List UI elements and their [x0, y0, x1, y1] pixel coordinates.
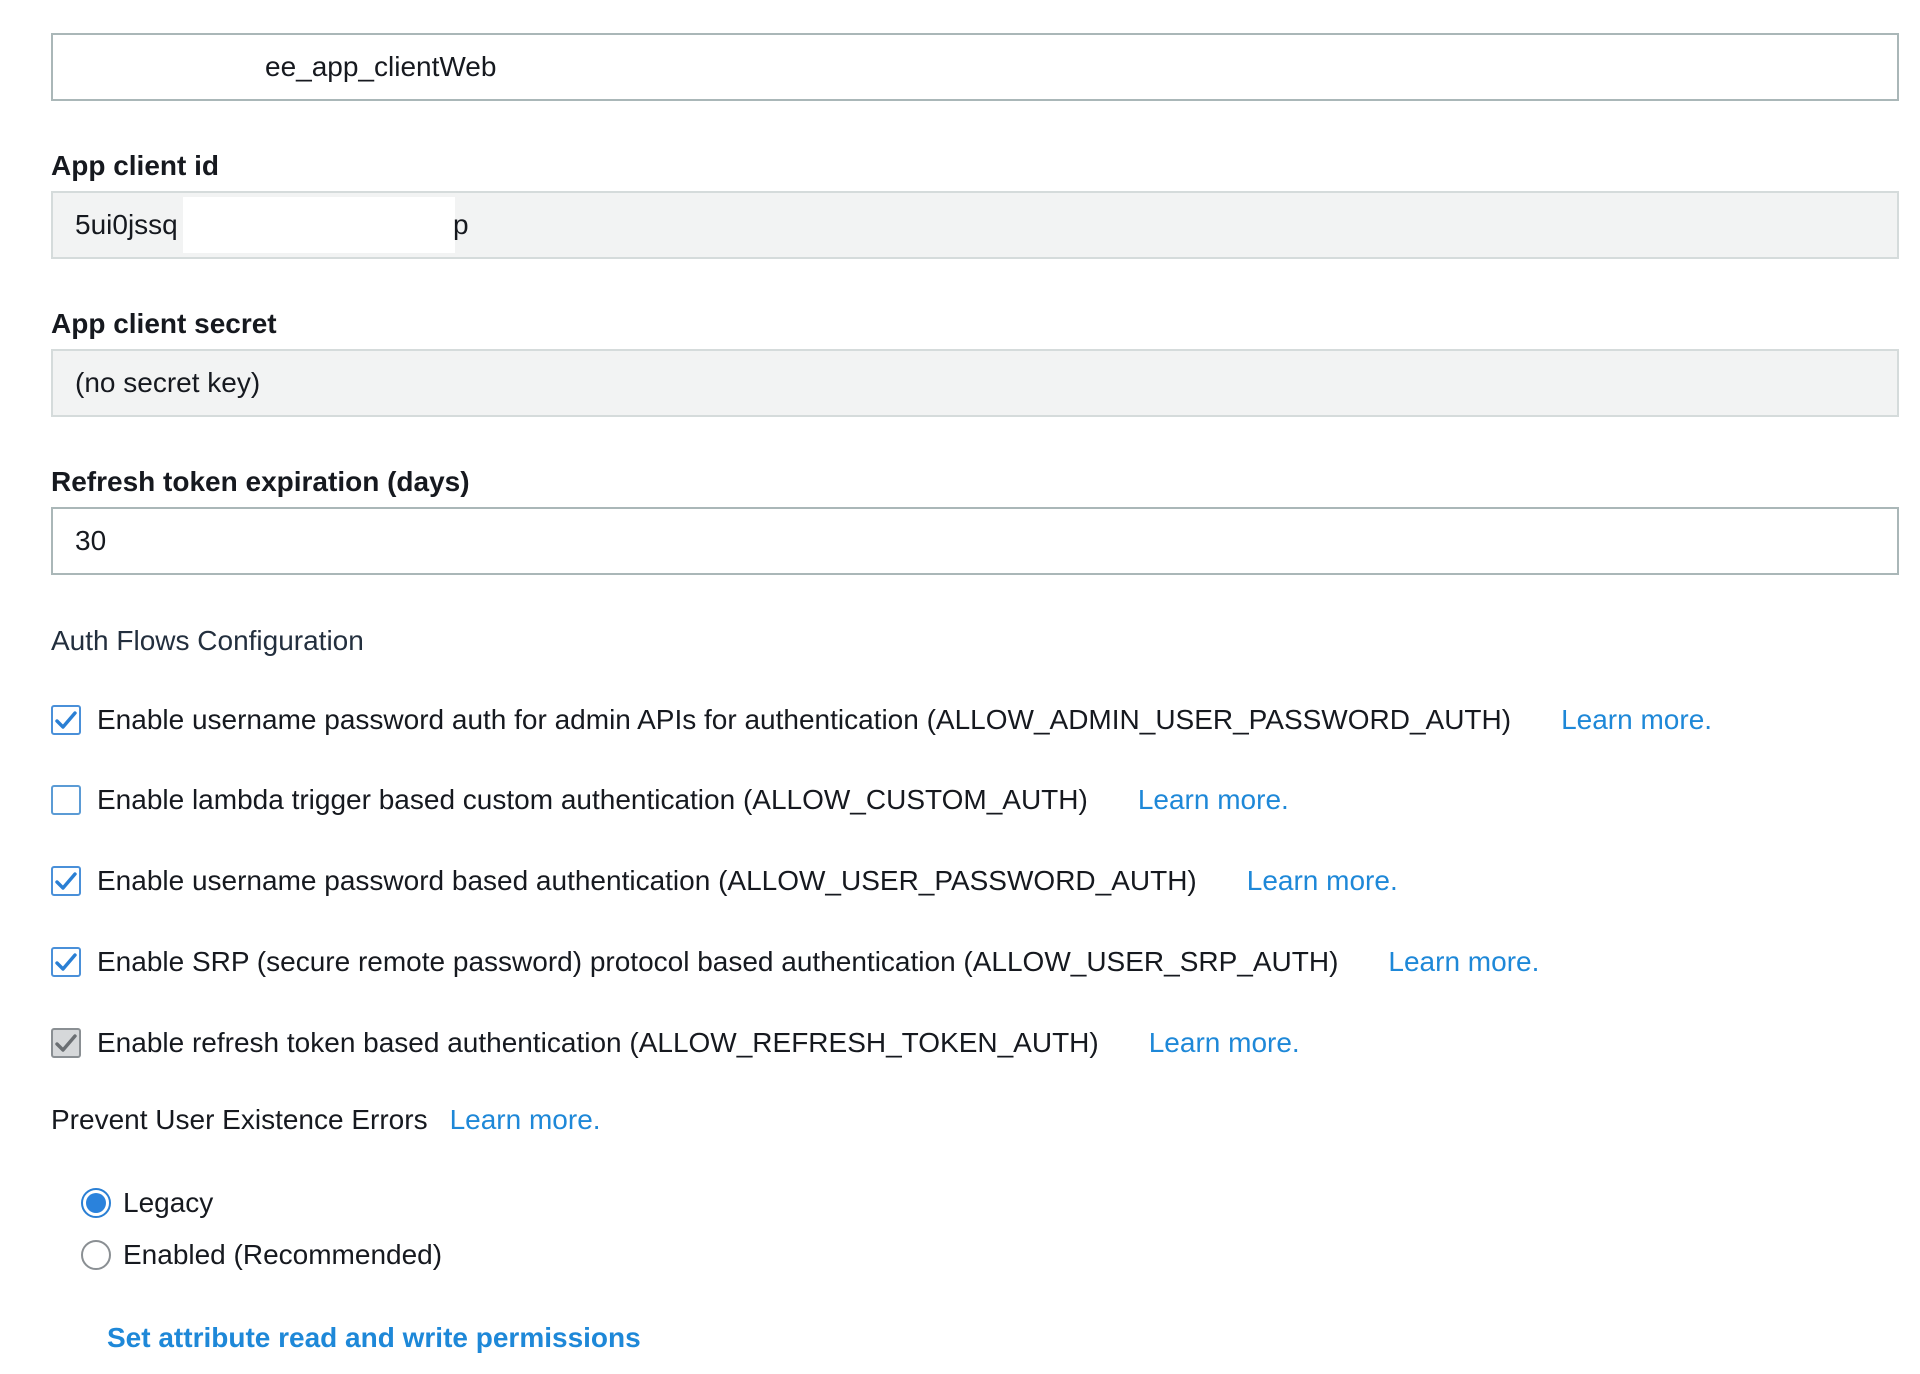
enabled-radio[interactable]: [81, 1240, 111, 1270]
auth-flow-user-password: Enable username password based authentic…: [51, 861, 1398, 901]
radio-label: Enabled (Recommended): [123, 1239, 443, 1270]
auth-flows-title: Auth Flows Configuration: [51, 625, 364, 656]
redaction-block: [183, 197, 455, 253]
auth-flow-admin-user-password: Enable username password auth for admin …: [51, 700, 1712, 740]
learn-more-link[interactable]: Learn more.: [1388, 946, 1539, 978]
learn-more-link[interactable]: Learn more.: [1149, 1027, 1300, 1059]
admin-user-password-checkbox[interactable]: [51, 705, 81, 735]
radio-label: Legacy: [123, 1187, 214, 1218]
refresh-token-checkbox: [51, 1028, 81, 1058]
legacy-radio[interactable]: [81, 1188, 111, 1218]
refresh-token-input[interactable]: [51, 507, 1899, 575]
app-client-secret-label: App client secret: [51, 308, 277, 339]
radio-option-enabled[interactable]: Enabled (Recommended): [81, 1235, 442, 1275]
check-icon: [55, 953, 77, 971]
radio-option-legacy[interactable]: Legacy: [81, 1183, 213, 1223]
learn-more-link[interactable]: Learn more.: [450, 1104, 601, 1136]
auth-flow-label: Enable username password auth for admin …: [97, 704, 1512, 735]
app-client-id-label: App client id: [51, 150, 219, 181]
app-client-name-field[interactable]: ee_app_clientWeb: [51, 33, 1899, 101]
user-srp-checkbox[interactable]: [51, 947, 81, 977]
app-client-id-value-start: 5ui0jssq: [75, 209, 178, 240]
learn-more-link[interactable]: Learn more.: [1561, 704, 1712, 736]
app-client-secret-field: (no secret key): [51, 349, 1899, 417]
auth-flow-label: Enable lambda trigger based custom authe…: [97, 784, 1088, 815]
app-client-name-value: ee_app_clientWeb: [265, 51, 497, 82]
user-password-checkbox[interactable]: [51, 866, 81, 896]
radio-dot: [86, 1193, 106, 1213]
auth-flow-label: Enable SRP (secure remote password) prot…: [97, 946, 1339, 977]
app-client-id-field: 5ui0jssq p: [51, 191, 1899, 259]
auth-flow-custom-auth: Enable lambda trigger based custom authe…: [51, 780, 1289, 820]
check-icon: [55, 872, 77, 890]
prevent-user-existence-header: Prevent User Existence Errors Learn more…: [51, 1100, 601, 1140]
app-client-secret-value: (no secret key): [75, 367, 261, 398]
prevent-user-existence-title: Prevent User Existence Errors: [51, 1104, 428, 1135]
custom-auth-checkbox[interactable]: [51, 785, 81, 815]
check-icon: [55, 711, 77, 729]
auth-flow-user-srp: Enable SRP (secure remote password) prot…: [51, 942, 1539, 982]
refresh-token-label: Refresh token expiration (days): [51, 466, 470, 497]
check-icon: [55, 1034, 77, 1052]
set-attribute-permissions-link[interactable]: Set attribute read and write permissions: [107, 1322, 641, 1354]
auth-flow-label: Enable refresh token based authenticatio…: [97, 1027, 1099, 1058]
app-client-id-value-end: p: [453, 209, 469, 240]
auth-flow-label: Enable username password based authentic…: [97, 865, 1197, 896]
learn-more-link[interactable]: Learn more.: [1247, 865, 1398, 897]
auth-flow-refresh-token: Enable refresh token based authenticatio…: [51, 1023, 1300, 1063]
learn-more-link[interactable]: Learn more.: [1138, 784, 1289, 816]
